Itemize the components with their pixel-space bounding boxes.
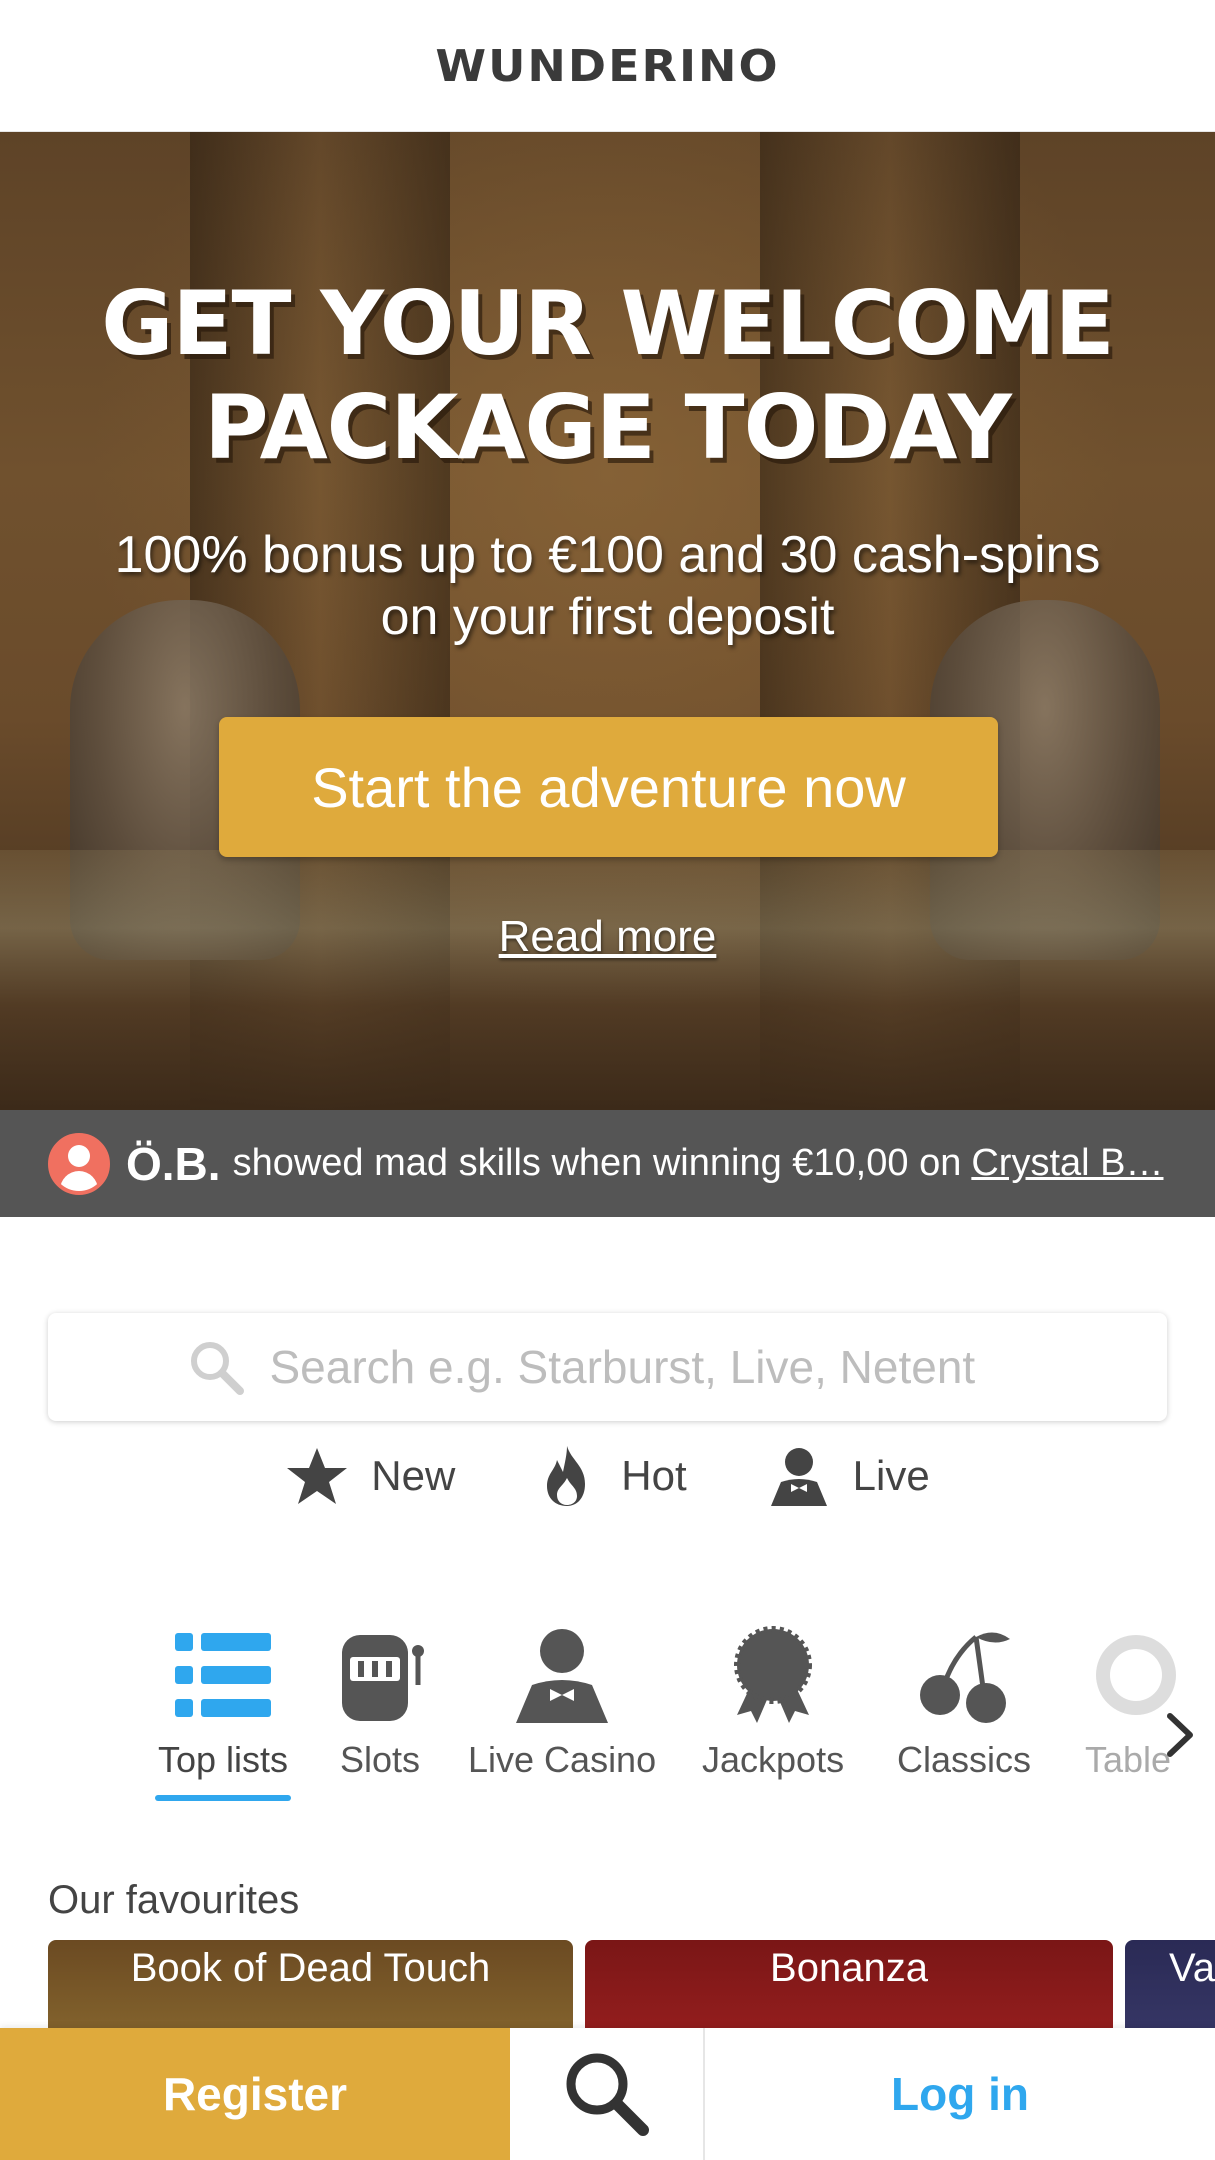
chevron-right-icon[interactable]	[1160, 1710, 1200, 1760]
game-tile-title: Book of Dead Touch	[130, 1946, 491, 1990]
hero-subtitle-line: on your first deposit	[380, 588, 835, 646]
search-icon	[190, 1342, 244, 1395]
hero-banner: GET YOUR WELCOME PACKAGE TODAY 100% bonu…	[0, 132, 1215, 1110]
active-tab-indicator	[155, 1795, 291, 1801]
category-slots[interactable]: Slots	[330, 1625, 430, 1815]
game-tile-title: Va	[1169, 1946, 1215, 1990]
category-label: Slots	[339, 1739, 421, 1780]
winner-game-link[interactable]: Crystal B…	[971, 1142, 1163, 1185]
category-label: Jackpots	[702, 1739, 845, 1780]
category-jackpots[interactable]: Jackpots	[702, 1625, 844, 1815]
winner-ticker: Ö.B. showed mad skills when winning €10,…	[0, 1110, 1215, 1217]
search-icon	[566, 2053, 649, 2136]
game-tile[interactable]: Va	[1125, 1940, 1215, 2030]
filter-new[interactable]: New	[285, 1444, 455, 1508]
category-nav: Top lists Slots Live Casino Jackpots Cla…	[0, 1625, 1215, 1815]
cherries-icon	[920, 1632, 1010, 1723]
category-live-casino[interactable]: Live Casino	[468, 1625, 656, 1815]
user-avatar-icon	[48, 1132, 110, 1195]
bottom-search-button[interactable]	[510, 2028, 705, 2160]
category-top-lists[interactable]: Top lists	[155, 1625, 291, 1815]
medal-icon	[734, 1626, 813, 1723]
category-classics[interactable]: Classics	[897, 1625, 1031, 1815]
filter-live[interactable]: Live	[767, 1444, 930, 1508]
star-icon	[287, 1448, 348, 1504]
winner-message: showed mad skills when winning €10,00 on	[232, 1142, 962, 1184]
header: WUNDERINO	[0, 0, 1215, 132]
hero-bg-floor	[0, 850, 1215, 1110]
filter-hot-label: Hot	[621, 1452, 687, 1499]
favourites-carousel: Book of Dead Touch Bonanza Va	[0, 1940, 1215, 2030]
register-button[interactable]: Register	[0, 2028, 510, 2160]
hero-title-line: PACKAGE TODAY	[204, 376, 1012, 479]
category-label: Top lists	[157, 1739, 289, 1780]
category-label: Table	[1084, 1739, 1172, 1780]
login-button[interactable]: Log in	[705, 2028, 1215, 2160]
hero-title: GET YOUR WELCOME PACKAGE TODAY	[0, 272, 1215, 480]
category-label: Classics	[897, 1739, 1032, 1780]
hero-subtitle: 100% bonus up to €100 and 30 cash-spins …	[40, 524, 1175, 648]
game-tile[interactable]: Book of Dead Touch	[48, 1940, 573, 2030]
winner-name: Ö.B.	[126, 1137, 221, 1190]
flame-icon	[547, 1446, 586, 1506]
filter-new-label: New	[371, 1452, 456, 1499]
wunderino-logo[interactable]: WUNDERINO	[435, 40, 779, 91]
dealer-icon	[516, 1629, 609, 1723]
read-more-link[interactable]: Read more	[0, 912, 1215, 962]
filter-live-label: Live	[852, 1452, 930, 1499]
dealer-icon	[770, 1448, 827, 1506]
game-tile[interactable]: Bonanza	[585, 1940, 1113, 2030]
quick-filters: New Hot Live	[0, 1433, 1215, 1519]
category-label: Live Casino	[468, 1739, 657, 1780]
hero-title-line: GET YOUR WELCOME	[101, 272, 1115, 375]
search-input[interactable]	[269, 1340, 1030, 1394]
game-tile-title: Bonanza	[770, 1946, 928, 1990]
hero-subtitle-line: 100% bonus up to €100 and 30 cash-spins	[114, 526, 1101, 584]
bottom-bar: Register Log in	[0, 2028, 1215, 2160]
start-adventure-button[interactable]: Start the adventure now	[219, 717, 998, 857]
filter-hot[interactable]: Hot	[535, 1444, 687, 1508]
list-icon	[175, 1633, 271, 1717]
favourites-title: Our favourites	[48, 1878, 300, 1922]
slot-machine-icon	[342, 1635, 424, 1721]
search-bar[interactable]	[48, 1313, 1167, 1421]
